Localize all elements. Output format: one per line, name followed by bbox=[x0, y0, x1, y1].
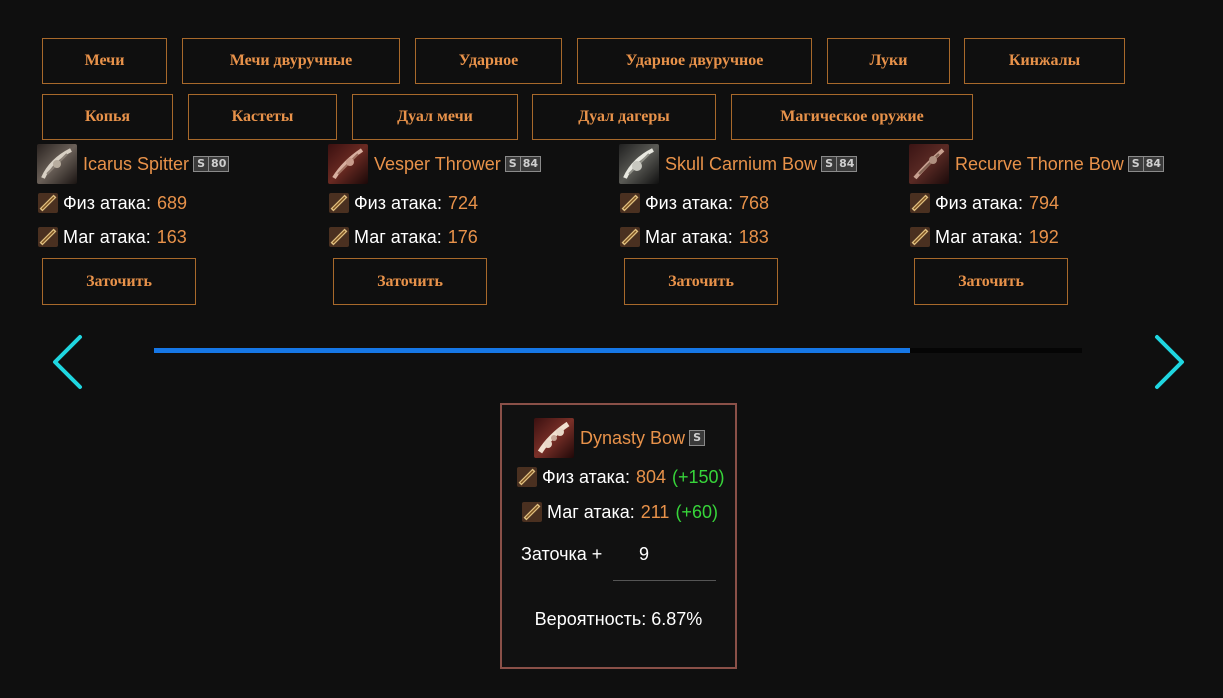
mag-attack-stat: Маг атака: 176 bbox=[328, 225, 478, 249]
grade-badge: S 80 bbox=[193, 156, 230, 172]
mag-attack-stat: Маг атака: 211 (+60) bbox=[521, 500, 718, 524]
item-header: Vesper Thrower S 84 bbox=[328, 144, 542, 184]
phys-attack-stat: Физ атака: 794 bbox=[909, 191, 1059, 215]
mag-attack-stat: Маг атака: 163 bbox=[37, 225, 187, 249]
enchant-panel: Dynasty Bow S Физ атака: 804 (+150) Маг … bbox=[500, 403, 737, 669]
enchant-level-input[interactable]: 9 bbox=[639, 544, 649, 565]
category-dual-daggers-button[interactable]: Дуал дагеры bbox=[532, 94, 716, 140]
scroll-icon bbox=[910, 227, 930, 247]
item-name: Skull Carnium Bow bbox=[665, 153, 818, 174]
item-name: Vesper Thrower bbox=[374, 153, 501, 174]
scroll-icon bbox=[910, 193, 930, 213]
phys-attack-stat: Физ атака: 689 bbox=[37, 191, 187, 215]
scroll-icon bbox=[522, 502, 542, 522]
enchant-label: Заточка + bbox=[521, 544, 603, 564]
phys-attack-stat: Физ атака: 724 bbox=[328, 191, 478, 215]
item-header: Icarus Spitter S 80 bbox=[37, 144, 230, 184]
category-fists-button[interactable]: Кастеты bbox=[188, 94, 337, 140]
phys-attack-stat: Физ атака: 804 (+150) bbox=[516, 465, 725, 489]
grade-badge: S 84 bbox=[1127, 156, 1165, 172]
item-name: Icarus Spitter bbox=[83, 153, 190, 174]
category-spears-button[interactable]: Копья bbox=[42, 94, 173, 140]
bow-icon bbox=[328, 144, 368, 184]
bow-icon bbox=[534, 418, 574, 458]
scroll-icon bbox=[620, 193, 640, 213]
scroll-icon bbox=[329, 193, 349, 213]
carousel-scrollbar-thumb[interactable] bbox=[154, 348, 911, 353]
category-two-handed-blunt-button[interactable]: Ударное двуручное bbox=[577, 38, 812, 84]
grade-badge: S 84 bbox=[821, 156, 858, 172]
sharpen-button[interactable]: Заточить bbox=[42, 258, 196, 305]
chevron-left-icon[interactable] bbox=[50, 334, 84, 390]
category-two-handed-swords-button[interactable]: Мечи двуручные bbox=[182, 38, 400, 84]
item-header: Recurve Thorne Bow S 84 bbox=[909, 144, 1165, 184]
grade-badge: S 84 bbox=[504, 156, 542, 172]
category-magic-weapons-button[interactable]: Магическое оружие bbox=[731, 94, 973, 140]
selected-item-header: Dynasty Bow S bbox=[534, 418, 706, 458]
scroll-icon bbox=[38, 193, 58, 213]
scroll-icon bbox=[620, 227, 640, 247]
enchant-input-underline bbox=[613, 580, 716, 581]
bow-icon bbox=[909, 144, 949, 184]
category-bows-button[interactable]: Луки bbox=[827, 38, 950, 84]
sharpen-button[interactable]: Заточить bbox=[624, 258, 778, 305]
category-dual-swords-button[interactable]: Дуал мечи bbox=[352, 94, 518, 140]
sharpen-button[interactable]: Заточить bbox=[914, 258, 1068, 305]
sharpen-button[interactable]: Заточить bbox=[333, 258, 487, 305]
scroll-icon bbox=[517, 467, 537, 487]
chevron-right-icon[interactable] bbox=[1153, 334, 1187, 390]
item-name: Recurve Thorne Bow bbox=[955, 153, 1124, 174]
category-blunt-button[interactable]: Ударное bbox=[415, 38, 562, 84]
bow-icon bbox=[37, 144, 77, 184]
scroll-icon bbox=[329, 227, 349, 247]
category-daggers-button[interactable]: Кинжалы bbox=[964, 38, 1125, 84]
mag-attack-stat: Маг атака: 183 bbox=[619, 225, 769, 249]
selected-item-name: Dynasty Bow bbox=[580, 427, 686, 448]
scroll-icon bbox=[38, 227, 58, 247]
item-header: Skull Carnium Bow S 84 bbox=[619, 144, 858, 184]
grade-badge: S bbox=[689, 430, 706, 446]
bow-icon bbox=[619, 144, 659, 184]
carousel-scrollbar[interactable] bbox=[154, 348, 1082, 353]
phys-attack-stat: Физ атака: 768 bbox=[619, 191, 769, 215]
mag-attack-stat: Маг атака: 192 bbox=[909, 225, 1059, 249]
category-swords-button[interactable]: Мечи bbox=[42, 38, 167, 84]
success-chance: Вероятность: 6.87% bbox=[534, 609, 703, 629]
